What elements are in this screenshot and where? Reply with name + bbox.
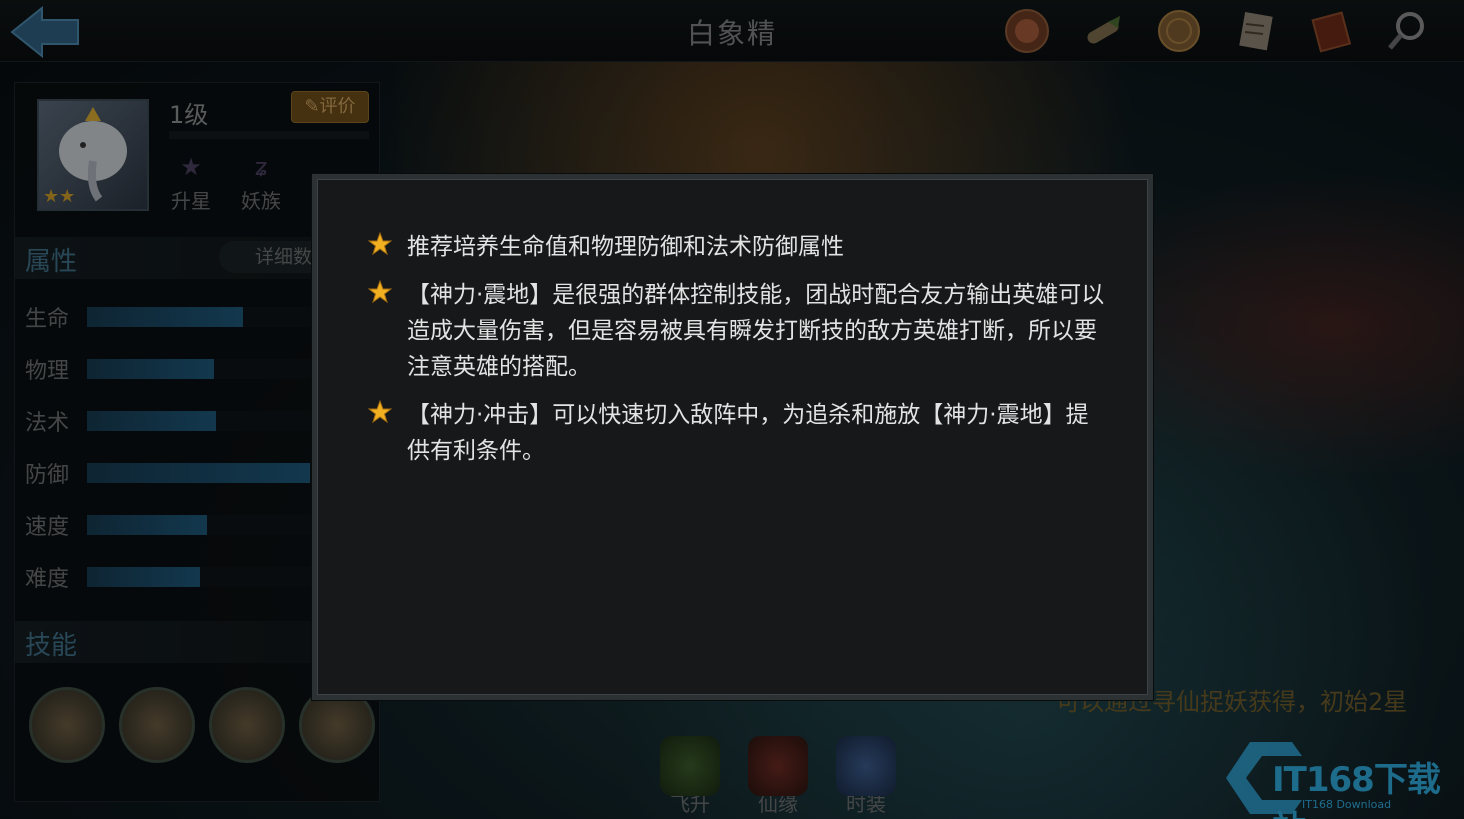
tip-text: 【神力·震地】是很强的群体控制技能，团战时配合友方输出英雄可以造成大量伤害，但是… (407, 282, 1105, 380)
star-icon (367, 279, 393, 304)
game-scene: 白象精 ★★ 1级 ✎评价 ★ 升星 ʑ 妖族 属性 详细数 生命 物理 法术 … (0, 0, 1464, 819)
tip-item: 【神力·震地】是很强的群体控制技能，团战时配合友方输出英雄可以造成大量伤害，但是… (367, 277, 1107, 385)
tip-item: 推荐培养生命值和物理防御和法术防御属性 (367, 229, 1107, 265)
tip-item: 【神力·冲击】可以快速切入敌阵中，为追杀和施放【神力·震地】提供有利条件。 (367, 397, 1107, 469)
tips-list: 推荐培养生命值和物理防御和法术防御属性 【神力·震地】是很强的群体控制技能，团战… (367, 229, 1107, 481)
tip-text: 推荐培养生命值和物理防御和法术防御属性 (407, 234, 844, 260)
tips-dialog: 推荐培养生命值和物理防御和法术防御属性 【神力·震地】是很强的群体控制技能，团战… (312, 174, 1153, 700)
tip-text: 【神力·冲击】可以快速切入敌阵中，为追杀和施放【神力·震地】提供有利条件。 (407, 402, 1089, 464)
star-icon (367, 399, 393, 424)
star-icon (367, 231, 393, 256)
